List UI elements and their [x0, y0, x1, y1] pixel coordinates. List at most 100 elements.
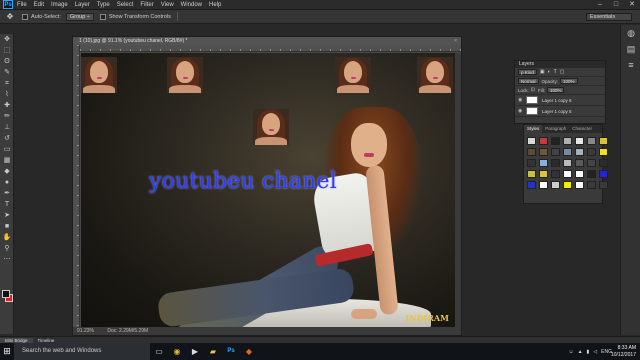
shape-icon[interactable]: ■ [0, 221, 14, 232]
dodge-icon[interactable]: ● [0, 177, 14, 188]
close-button[interactable]: ✕ [624, 0, 640, 10]
move-icon[interactable]: ✥ [0, 34, 14, 45]
foreground-color-swatch[interactable] [2, 290, 10, 298]
app-icon[interactable]: ◆ [240, 343, 258, 360]
lock-icon[interactable]: ⊡ [531, 87, 535, 93]
style-swatch[interactable] [575, 137, 584, 145]
menu-image[interactable]: Image [51, 2, 68, 8]
style-swatch[interactable] [587, 159, 596, 167]
style-swatch[interactable] [587, 148, 596, 156]
tab-timeline[interactable]: Timeline [33, 338, 60, 343]
history-brush-icon[interactable]: ↺ [0, 133, 14, 144]
vertical-scrollbar[interactable] [455, 53, 461, 327]
gradient-icon[interactable]: ▦ [0, 155, 14, 166]
menu-filter[interactable]: Filter [140, 2, 153, 8]
windows-start-icon[interactable]: ⊞ [0, 343, 14, 360]
style-swatch[interactable] [563, 170, 572, 178]
style-swatch[interactable] [539, 181, 548, 189]
heal-icon[interactable]: ✚ [0, 100, 14, 111]
auto-select-checkbox[interactable] [22, 13, 28, 20]
explorer-icon[interactable]: ▰ [204, 343, 222, 360]
style-swatch[interactable] [599, 159, 608, 167]
style-swatch[interactable] [587, 137, 596, 145]
zoom-level[interactable]: 91.23% [77, 328, 94, 334]
path-select-icon[interactable]: ➤ [0, 210, 14, 221]
history-panel-icon[interactable]: ≡ [621, 57, 640, 73]
menu-help[interactable]: Help [209, 2, 221, 8]
transform-controls-checkbox[interactable] [99, 13, 106, 20]
style-swatch[interactable] [551, 148, 560, 156]
workspace-switcher[interactable]: Essentials [586, 13, 632, 21]
visibility-eye-icon[interactable]: ◉ [518, 108, 526, 114]
filter-image-icon[interactable]: ▣ [540, 69, 545, 75]
filter-adjust-icon[interactable]: ◐ [548, 69, 551, 75]
media-icon[interactable]: ▶ [186, 343, 204, 360]
blend-mode-dropdown[interactable]: Normal [518, 78, 539, 84]
style-swatch[interactable] [563, 137, 572, 145]
menu-type[interactable]: Type [97, 2, 110, 8]
style-swatch[interactable] [563, 159, 572, 167]
style-swatch[interactable] [527, 148, 536, 156]
kind-filter-dropdown[interactable]: ρ Kind [518, 69, 537, 75]
auto-select-dropdown[interactable]: Group ÷ [65, 12, 94, 21]
style-swatch[interactable] [551, 170, 560, 178]
hand-icon[interactable]: ✋ [0, 232, 14, 243]
layer-thumbnail-face[interactable] [417, 57, 453, 93]
layer-thumbnail-face[interactable] [253, 109, 289, 145]
close-document-icon[interactable]: × [454, 37, 457, 45]
tray-battery-icon[interactable]: ▮ [587, 349, 590, 355]
chrome-icon[interactable]: ◉ [168, 343, 186, 360]
style-swatch[interactable] [599, 137, 608, 145]
style-swatch[interactable] [599, 148, 608, 156]
style-swatch[interactable] [539, 148, 548, 156]
style-swatch[interactable] [551, 181, 560, 189]
fill-field[interactable]: 100% [546, 87, 565, 93]
more-tools-icon[interactable]: ⋯ [0, 254, 14, 265]
adjustments-panel-icon[interactable]: ▤ [621, 41, 640, 57]
style-swatch[interactable] [599, 170, 608, 178]
text-layer[interactable]: youtubeu chanel [149, 169, 337, 194]
stamp-icon[interactable]: ⊥ [0, 122, 14, 133]
move-tool-icon[interactable]: ✥ [4, 12, 16, 22]
style-swatch[interactable] [563, 148, 572, 156]
style-swatch[interactable] [575, 148, 584, 156]
image-canvas[interactable]: youtubeu chanel INDIRAM [81, 53, 455, 327]
zoom-icon[interactable]: ⚲ [0, 243, 14, 254]
layer-thumbnail-face[interactable] [335, 57, 371, 93]
tray-people-icon[interactable]: ☺ [568, 349, 573, 355]
style-swatch[interactable] [539, 159, 548, 167]
style-swatch[interactable] [527, 137, 536, 145]
style-swatch[interactable] [551, 159, 560, 167]
style-swatch[interactable] [587, 170, 596, 178]
marquee-icon[interactable]: ⬚ [0, 45, 14, 56]
brush-icon[interactable]: ✏ [0, 111, 14, 122]
menu-file[interactable]: File [17, 2, 27, 8]
pen-icon[interactable]: ✒ [0, 188, 14, 199]
document-tab[interactable]: 1 (10).jpg @ 91.1% (youtubeu chanel, RGB… [73, 37, 461, 45]
color-panel-icon[interactable]: ◍ [621, 25, 640, 41]
style-swatch[interactable] [575, 170, 584, 178]
layer-row[interactable]: ◉ Layer 1 copy 5 [515, 106, 605, 117]
maximize-button[interactable]: □ [608, 0, 624, 10]
style-swatch[interactable] [587, 181, 596, 189]
style-swatch[interactable] [527, 181, 536, 189]
blur-icon[interactable]: ◆ [0, 166, 14, 177]
style-swatch[interactable] [575, 159, 584, 167]
filter-shape-icon[interactable]: ▢ [560, 69, 565, 75]
style-swatch[interactable] [527, 170, 536, 178]
type-icon[interactable]: T [0, 199, 14, 210]
taskbar-clock[interactable]: 8:33 AM 10/12/2017 [610, 345, 636, 358]
quick-select-icon[interactable]: ✎ [0, 67, 14, 78]
layer-row[interactable]: ◉ Layer 1 copy 6 [515, 95, 605, 106]
layer-thumbnail-face[interactable] [81, 57, 117, 93]
style-swatch[interactable] [539, 170, 548, 178]
style-swatch[interactable] [563, 181, 572, 189]
tray-volume-icon[interactable]: ◁ [593, 349, 597, 355]
photoshop-taskbar-icon[interactable]: Ps [222, 343, 240, 360]
crop-icon[interactable]: ⌗ [0, 78, 14, 89]
menu-layer[interactable]: Layer [75, 2, 90, 8]
menu-select[interactable]: Select [117, 2, 134, 8]
tab-styles[interactable]: Styles [524, 125, 543, 133]
style-swatch[interactable] [527, 159, 536, 167]
taskbar-search[interactable]: Search the web and Windows [14, 343, 150, 360]
